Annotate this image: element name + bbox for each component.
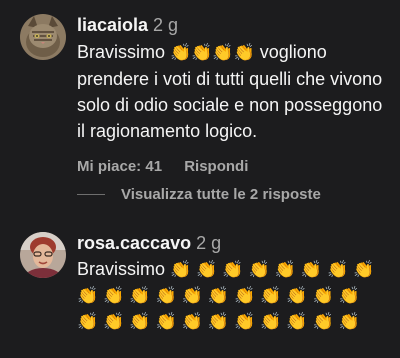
username[interactable]: liacaiola: [77, 15, 148, 35]
username[interactable]: rosa.caccavo: [77, 233, 191, 253]
view-replies-button[interactable]: Visualizza tutte le 2 risposte: [77, 186, 321, 203]
comment-actions: Mi piace: 41 Rispondi: [77, 158, 388, 175]
timestamp: 2 g: [153, 15, 179, 35]
avatar[interactable]: [20, 14, 66, 60]
timestamp: 2 g: [196, 233, 222, 253]
comment-rosa-caccavo: rosa.caccavo 2 g Bravissimo 👏👏👏👏👏👏👏👏👏👏👏👏👏…: [0, 232, 400, 335]
person-photo-icon: [20, 232, 66, 278]
cat-photo-icon: [20, 14, 66, 60]
view-replies-label: Visualizza tutte le 2 risposte: [121, 186, 321, 203]
avatar[interactable]: [20, 232, 66, 278]
comment-text: Bravissimo 👏👏👏👏👏👏👏👏👏👏👏👏👏👏👏👏👏👏👏👏👏👏👏👏👏👏👏👏👏…: [77, 257, 388, 335]
clapping-hands-icon: 👏👏👏👏: [170, 43, 255, 63]
comment-text-lead: Bravissimo: [77, 42, 166, 62]
reply-button[interactable]: Rispondi: [184, 158, 248, 175]
comment-liacaiola: liacaiola 2 g Bravissimo 👏👏👏👏 vogliono pr…: [0, 14, 400, 175]
likes-count[interactable]: Mi piace: 41: [77, 158, 162, 175]
comment-text-lead: Bravissimo: [77, 259, 166, 279]
comment-text: Bravissimo 👏👏👏👏 vogliono prendere i voti…: [77, 39, 388, 144]
divider: [77, 194, 105, 195]
